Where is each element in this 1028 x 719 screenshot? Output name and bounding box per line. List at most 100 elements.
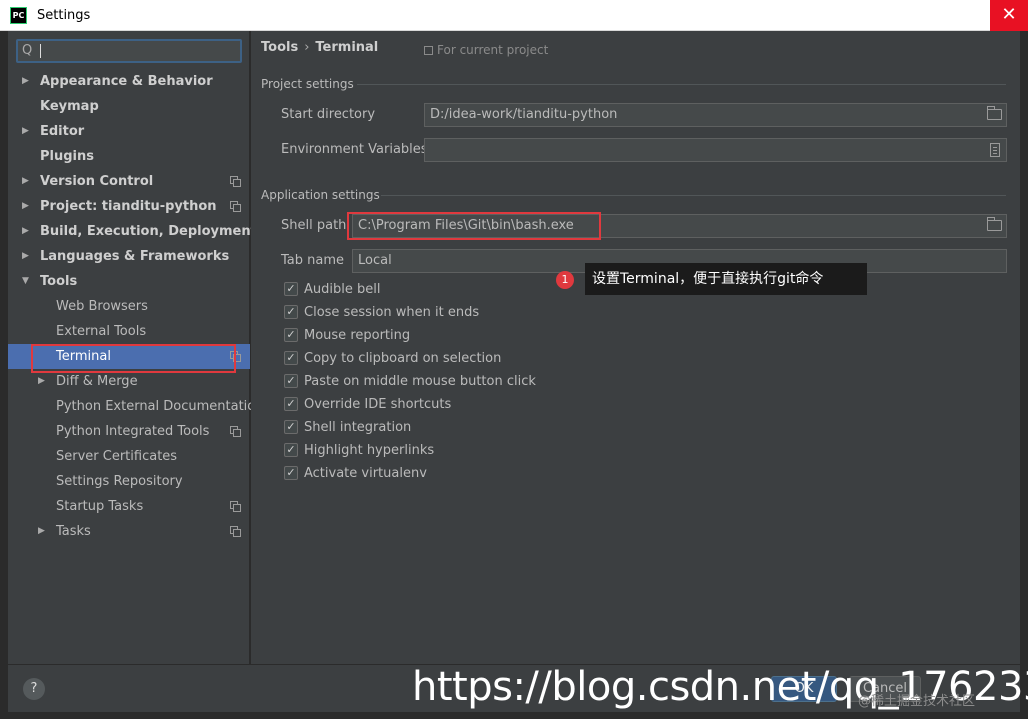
terminal-settings-panel: Tools › Terminal For current project Proje… bbox=[251, 31, 1020, 664]
sidebar-item-label: Tools bbox=[40, 274, 78, 289]
search-input[interactable]: Q bbox=[16, 39, 242, 63]
sidebar-item-languages-frameworks[interactable]: ▶ Languages & Frameworks bbox=[8, 244, 250, 269]
sidebar-item-label: Web Browsers bbox=[56, 299, 148, 314]
terminal-highlight-box bbox=[31, 344, 236, 373]
chevron-right-icon[interactable]: ▶ bbox=[22, 169, 34, 194]
annotation-callout: 设置Terminal，便于直接执行git命令 bbox=[585, 263, 867, 295]
document-icon[interactable] bbox=[990, 143, 1000, 157]
title-bar: PC Settings ✕ bbox=[0, 0, 1028, 31]
sidebar-item-label: External Tools bbox=[56, 324, 147, 339]
checkbox-checked-icon[interactable]: ✓ bbox=[284, 397, 298, 411]
checkbox-label: Shell integration bbox=[304, 420, 412, 435]
checkbox-checked-icon[interactable]: ✓ bbox=[284, 305, 298, 319]
start-directory-label: Start directory bbox=[281, 107, 376, 122]
tab-name-value: Local bbox=[358, 253, 392, 268]
sidebar-item-plugins[interactable]: Plugins bbox=[8, 144, 250, 169]
sidebar-item-tasks[interactable]: ▶ Tasks bbox=[8, 519, 250, 544]
checkbox-label: Audible bell bbox=[304, 282, 381, 297]
checkbox-checked-icon[interactable]: ✓ bbox=[284, 466, 298, 480]
folder-icon[interactable] bbox=[987, 106, 1002, 120]
sidebar-item-version-control[interactable]: ▶ Version Control bbox=[8, 169, 250, 194]
sidebar-item-label: Startup Tasks bbox=[56, 499, 144, 514]
sidebar-item-label: Python Integrated Tools bbox=[56, 424, 210, 439]
sidebar-item-tools[interactable]: ▼ Tools bbox=[8, 269, 250, 294]
project-scope-label: For current project bbox=[437, 43, 549, 57]
checkbox-checked-icon[interactable]: ✓ bbox=[284, 351, 298, 365]
checkbox-checked-icon[interactable]: ✓ bbox=[284, 328, 298, 342]
sidebar-item-label: Build, Execution, Deployment bbox=[40, 224, 257, 239]
breadcrumb-parent[interactable]: Tools bbox=[261, 40, 298, 55]
annotation-number-badge: 1 bbox=[556, 271, 574, 289]
env-vars-field[interactable] bbox=[424, 138, 1007, 162]
project-scope-icon bbox=[230, 526, 241, 537]
project-scope-icon bbox=[230, 501, 241, 512]
sidebar-item-label: Appearance & Behavior bbox=[40, 74, 213, 89]
sidebar-item-external-tools[interactable]: External Tools bbox=[8, 319, 250, 344]
section-divider bbox=[381, 195, 1006, 196]
sidebar-item-editor[interactable]: ▶ Editor bbox=[8, 119, 250, 144]
settings-tree: ▶ Appearance & Behavior Keymap ▶ Editor Plugi… bbox=[8, 69, 263, 544]
settings-window: PC Settings ✕ Q ▶ Appearance & Behavior Ke… bbox=[0, 0, 1028, 719]
sidebar-item-keymap[interactable]: Keymap bbox=[8, 94, 250, 119]
checkbox-label: Highlight hyperlinks bbox=[304, 443, 435, 458]
project-scope-icon bbox=[230, 176, 241, 187]
chevron-right-icon[interactable]: ▶ bbox=[22, 69, 34, 94]
checkbox-checked-icon[interactable]: ✓ bbox=[284, 443, 298, 457]
sidebar-item-label: Version Control bbox=[40, 174, 154, 189]
sidebar-item-settings-repository[interactable]: Settings Repository bbox=[8, 469, 250, 494]
env-vars-label: Environment Variables bbox=[281, 142, 428, 157]
chevron-right-icon[interactable]: ▶ bbox=[22, 219, 34, 244]
help-button[interactable]: ? bbox=[23, 678, 45, 700]
sidebar-item-label: Project: tianditu-python bbox=[40, 199, 217, 214]
sidebar-item-label: Tasks bbox=[56, 524, 91, 539]
sidebar-item-label: Settings Repository bbox=[56, 474, 183, 489]
checkbox-label: Mouse reporting bbox=[304, 328, 411, 343]
sidebar-item-label: Python External Documentation bbox=[56, 399, 264, 414]
community-watermark: @稀土掘金技术社区 bbox=[858, 694, 976, 709]
sidebar-item-project-tianditu-python[interactable]: ▶ Project: tianditu-python bbox=[8, 194, 250, 219]
project-settings-title: Project settings bbox=[261, 77, 354, 91]
sidebar-item-appearance-behavior[interactable]: ▶ Appearance & Behavior bbox=[8, 69, 250, 94]
settings-sidebar: Q ▶ Appearance & Behavior Keymap ▶ Editor Plu… bbox=[8, 31, 263, 664]
sidebar-item-label: Editor bbox=[40, 124, 85, 139]
sidebar-item-label: Server Certificates bbox=[56, 449, 178, 464]
checkbox-checked-icon[interactable]: ✓ bbox=[284, 374, 298, 388]
start-directory-value: D:/idea-work/tianditu-python bbox=[430, 107, 618, 122]
close-button[interactable]: ✕ bbox=[990, 0, 1028, 31]
pycharm-logo-icon: PC bbox=[10, 7, 27, 24]
sidebar-item-startup-tasks[interactable]: Startup Tasks bbox=[8, 494, 250, 519]
folder-icon[interactable] bbox=[987, 217, 1002, 231]
application-settings-title: Application settings bbox=[261, 188, 380, 202]
section-divider bbox=[357, 84, 1006, 85]
checkbox-label: Paste on middle mouse button click bbox=[304, 374, 536, 389]
chevron-right-icon[interactable]: ▶ bbox=[22, 194, 34, 219]
sidebar-item-label: Keymap bbox=[40, 99, 99, 114]
checkbox-checked-icon[interactable]: ✓ bbox=[284, 282, 298, 296]
checkbox-label: Activate virtualenv bbox=[304, 466, 427, 481]
chevron-right-icon[interactable]: ▶ bbox=[22, 119, 34, 144]
checkbox-label: Override IDE shortcuts bbox=[304, 397, 452, 412]
project-scope-icon bbox=[230, 426, 241, 437]
project-scope-note: For current project bbox=[424, 43, 548, 57]
chevron-down-icon[interactable]: ▼ bbox=[22, 269, 34, 294]
sidebar-item-server-certificates[interactable]: Server Certificates bbox=[8, 444, 250, 469]
start-directory-field[interactable]: D:/idea-work/tianditu-python bbox=[424, 103, 1007, 127]
sidebar-item-python-external-documentation[interactable]: Python External Documentation bbox=[8, 394, 263, 419]
text-caret bbox=[40, 44, 41, 58]
checkbox-label: Close session when it ends bbox=[304, 305, 480, 320]
sidebar-item-label: Languages & Frameworks bbox=[40, 249, 230, 264]
sidebar-item-web-browsers[interactable]: Web Browsers bbox=[8, 294, 250, 319]
chevron-right-icon[interactable]: ▶ bbox=[38, 519, 50, 544]
shell-path-highlight-box bbox=[347, 212, 601, 240]
tab-name-label: Tab name bbox=[281, 253, 345, 268]
breadcrumb: Tools › Terminal bbox=[261, 40, 378, 55]
breadcrumb-separator: › bbox=[304, 40, 310, 55]
sidebar-item-python-integrated-tools[interactable]: Python Integrated Tools bbox=[8, 419, 250, 444]
checkbox-checked-icon[interactable]: ✓ bbox=[284, 420, 298, 434]
chevron-right-icon[interactable]: ▶ bbox=[22, 244, 34, 269]
sidebar-item-label: Plugins bbox=[40, 149, 94, 164]
project-scope-icon bbox=[230, 201, 241, 212]
sidebar-item-build-execution-deployment[interactable]: ▶ Build, Execution, Deployment bbox=[8, 219, 257, 244]
checkbox-label: Copy to clipboard on selection bbox=[304, 351, 502, 366]
search-icon: Q bbox=[22, 43, 33, 58]
